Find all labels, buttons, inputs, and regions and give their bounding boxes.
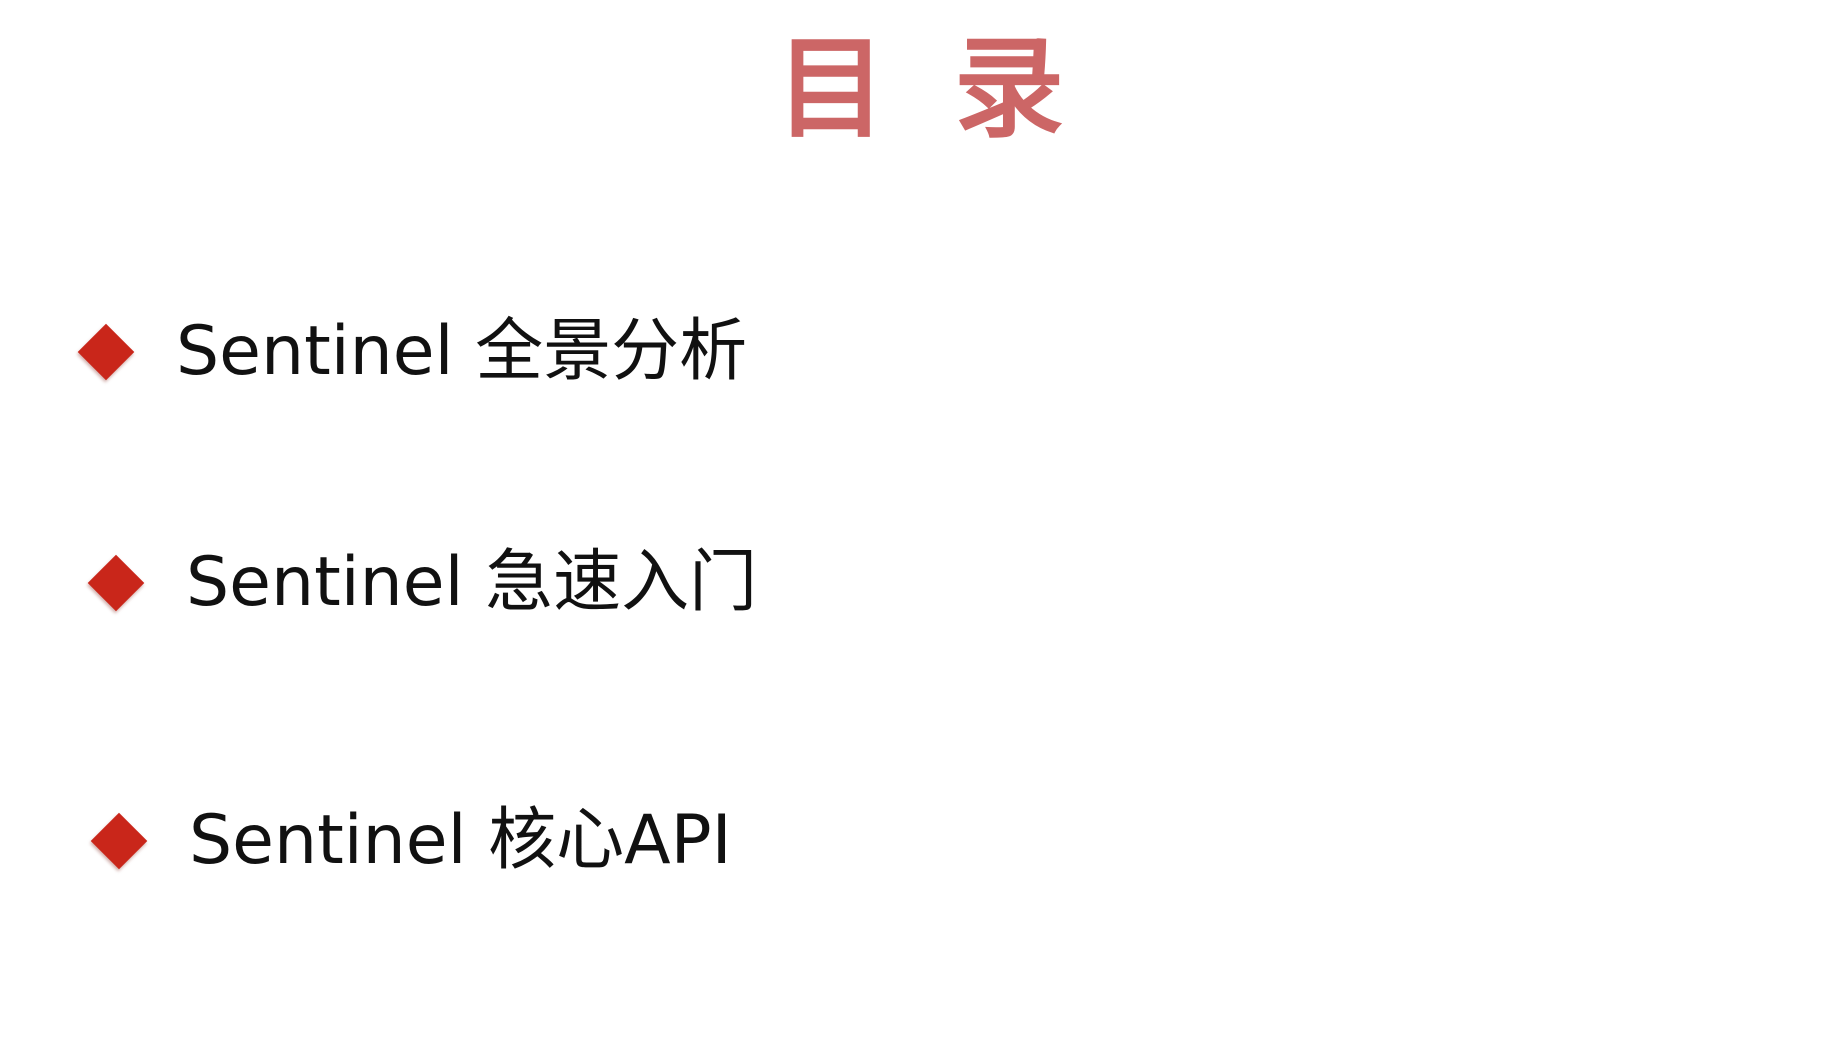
toc-item-label: Sentinel 全景分析 bbox=[176, 312, 748, 391]
slide-title: 目录 bbox=[776, 25, 1132, 153]
toc-item-core-api: Sentinel 核心API bbox=[90, 796, 732, 886]
toc-item-label: Sentinel 急速入门 bbox=[186, 543, 758, 622]
toc-item-overview: Sentinel 全景分析 bbox=[77, 307, 748, 397]
diamond-bullet-icon bbox=[77, 323, 135, 381]
diamond-bullet-icon bbox=[87, 554, 145, 612]
diamond-bullet-icon bbox=[90, 812, 148, 870]
toc-item-quickstart: Sentinel 急速入门 bbox=[87, 538, 758, 628]
toc-item-label: Sentinel 核心API bbox=[189, 801, 732, 880]
slide: 目录 Sentinel 全景分析 Sentinel 急速入门 Sentinel … bbox=[0, 0, 1840, 1056]
